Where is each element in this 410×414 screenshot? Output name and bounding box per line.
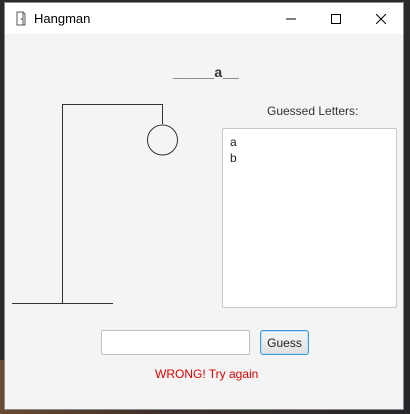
close-button[interactable] bbox=[358, 3, 403, 34]
close-icon bbox=[375, 13, 386, 24]
hangman-drawing bbox=[12, 104, 178, 304]
maximize-button[interactable] bbox=[313, 3, 358, 34]
minimize-button[interactable] bbox=[268, 3, 313, 34]
minimize-icon bbox=[285, 18, 296, 19]
app-window: Hangman _____a__ Guessed Letters: a b Gu… bbox=[4, 2, 404, 410]
guessed-letters-list[interactable]: a b bbox=[222, 128, 397, 308]
guess-button[interactable]: Guess bbox=[260, 330, 309, 355]
title-bar[interactable]: Hangman bbox=[5, 3, 403, 34]
status-message: WRONG! Try again bbox=[155, 367, 259, 381]
list-item[interactable]: b bbox=[230, 150, 389, 166]
window-title: Hangman bbox=[34, 11, 91, 26]
maximize-icon bbox=[330, 13, 341, 24]
guess-input[interactable] bbox=[101, 330, 250, 355]
guessed-letters-label: Guessed Letters: bbox=[267, 104, 359, 118]
list-item[interactable]: a bbox=[230, 134, 389, 150]
app-icon bbox=[16, 11, 26, 26]
hangman-head bbox=[147, 124, 178, 156]
game-panel: _____a__ Guessed Letters: a b Guess WRON… bbox=[5, 34, 403, 409]
